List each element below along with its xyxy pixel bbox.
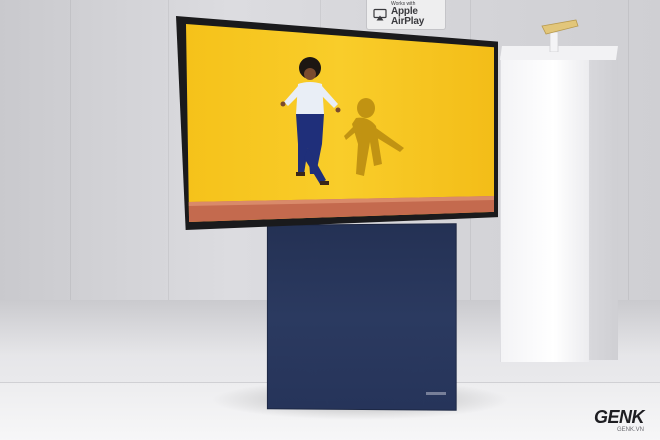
airplay-icon: [373, 8, 387, 20]
screen-image: [186, 24, 494, 222]
watermark-site: GENK.VN: [616, 427, 644, 433]
stand-logo-mark: [426, 392, 446, 395]
wall-seam: [70, 0, 71, 330]
wall-seam: [168, 0, 169, 330]
yellow-wall: [186, 24, 494, 222]
white-pedestal: [500, 56, 589, 362]
tv-stand: [266, 223, 457, 411]
sign-big-text: Apple AirPlay: [391, 6, 425, 27]
photo-scene: Works with Apple AirPlay GENK GENK.VN: [0, 0, 660, 440]
watermark: GENK GENK.VN: [593, 407, 645, 433]
phone-on-stand: [541, 19, 579, 52]
wall-seam: [628, 0, 629, 330]
airplay-sign: Works with Apple AirPlay: [366, 0, 446, 30]
watermark-brand: GENK: [593, 407, 645, 427]
tv-screen: [186, 24, 494, 222]
pedestal-side: [588, 52, 618, 360]
